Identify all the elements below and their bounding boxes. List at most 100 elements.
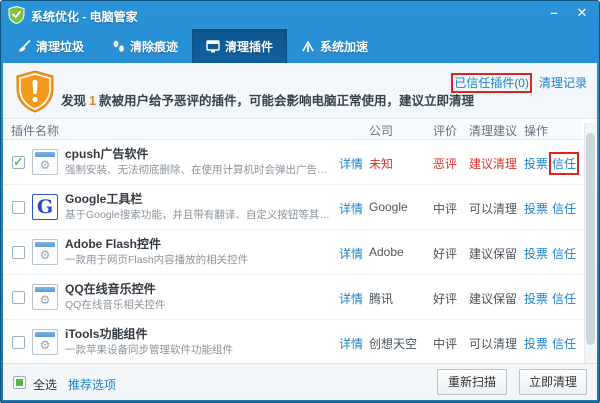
suggestion-cell: 建议保留: [469, 290, 517, 307]
company-cell: 腾讯: [369, 290, 393, 307]
row-checkbox[interactable]: ✓: [12, 201, 25, 214]
plugin-count: 1: [86, 94, 99, 108]
detail-link[interactable]: 详情: [339, 245, 363, 262]
select-all-checkbox[interactable]: [13, 376, 26, 389]
tab-bar: 清理垃圾 清除痕迹 清理插件 系统加速: [3, 29, 597, 63]
plugin-name: Adobe Flash控件: [65, 235, 161, 252]
company-cell: Google: [369, 200, 408, 214]
clean-history-link[interactable]: 清理记录: [539, 76, 587, 90]
title-bar: 系统优化 - 电脑管家 – ✕: [1, 1, 599, 29]
plugin-name: QQ在线音乐控件: [65, 280, 156, 297]
rescan-button[interactable]: 重新扫描: [437, 369, 507, 395]
vote-link[interactable]: 投票: [524, 200, 548, 217]
clean-now-button[interactable]: 立即清理: [519, 369, 587, 395]
gear-icon: ⚙: [33, 158, 57, 172]
broom-icon: [17, 40, 31, 53]
header-action: 操作: [524, 122, 548, 139]
speedup-icon: [301, 40, 315, 53]
warning-shield-icon: [15, 70, 55, 118]
header-rating: 评价: [433, 122, 457, 139]
tab-clear-traces[interactable]: 清除痕迹: [98, 29, 192, 63]
plugin-name: Google工具栏: [65, 190, 142, 207]
tab-clean-plugins[interactable]: 清理插件: [192, 29, 287, 63]
company-cell: 创想天空: [369, 335, 417, 352]
plugin-icon: [206, 40, 220, 53]
plugin-description: QQ在线音乐相关控件: [65, 297, 165, 312]
check-icon: ✓: [13, 154, 24, 170]
rating-cell: 好评: [433, 290, 457, 307]
row-checkbox[interactable]: ✓: [12, 336, 25, 349]
plugin-icon: ⚙ G: [32, 239, 58, 265]
company-cell: 未知: [369, 155, 393, 172]
row-checkbox[interactable]: ✓: [12, 156, 25, 169]
plugin-description: 一款苹果设备同步管理软件功能组件: [65, 342, 233, 357]
header-suggestion: 清理建议: [469, 122, 517, 139]
trust-link[interactable]: 信任: [552, 155, 576, 172]
trust-link[interactable]: 信任: [552, 290, 576, 307]
plugin-description: 一款用于网页Flash内容播放的相关控件: [65, 252, 248, 267]
detail-link[interactable]: 详情: [339, 155, 363, 172]
app-window: 系统优化 - 电脑管家 – ✕ 清理垃圾 清除痕迹 清理插件 系统加速: [0, 0, 600, 403]
plugin-icon: ⚙ G: [32, 194, 58, 220]
content-area: 发现1款被用户给予恶评的插件，可能会影响电脑正常使用，建议立即清理 已信任插件(…: [3, 63, 597, 400]
tab-label: 清理垃圾: [36, 38, 84, 55]
select-all-label: 全选: [33, 376, 57, 393]
detail-link[interactable]: 详情: [339, 200, 363, 217]
trust-link[interactable]: 信任: [552, 200, 576, 217]
rating-cell: 中评: [433, 200, 457, 217]
gear-icon: ⚙: [33, 248, 57, 262]
suggestion-cell: 可以清理: [469, 200, 517, 217]
banner-links: 已信任插件(0) 清理记录: [454, 74, 587, 91]
detail-link[interactable]: 详情: [339, 335, 363, 352]
plugin-row: ✓ ⚙ G Google工具栏 基于Google搜索功能，并且带有翻译、自定义按…: [3, 185, 587, 230]
suggestion-cell: 可以清理: [469, 335, 517, 352]
plugin-description: 基于Google搜索功能，并且带有翻译、自定义按钮等其他实用功能的...: [65, 207, 337, 222]
plugin-name: cpush广告软件: [65, 145, 148, 162]
footprints-icon: [112, 40, 125, 53]
vote-link[interactable]: 投票: [524, 245, 548, 262]
window-title: 系统优化 - 电脑管家: [31, 8, 138, 25]
plugin-icon: ⚙ G: [32, 149, 58, 175]
plugin-row: ✓ ⚙ G cpush广告软件 强制安装、无法彻底删除、在使用计算机时会弹出广告…: [3, 140, 587, 185]
tab-label: 清理插件: [225, 38, 273, 55]
plugin-name: iTools功能组件: [65, 325, 147, 342]
plugin-icon: ⚙ G: [32, 284, 58, 310]
tab-clean-junk[interactable]: 清理垃圾: [3, 29, 98, 63]
plugin-row: ✓ ⚙ G QQ在线音乐控件 QQ在线音乐相关控件 详情 腾讯 好评 建议保留 …: [3, 275, 587, 320]
rating-cell: 恶评: [433, 155, 457, 172]
trust-link[interactable]: 信任: [552, 245, 576, 262]
table-header: 插件名称 公司 评价 清理建议 操作: [3, 119, 583, 140]
banner-message: 发现1款被用户给予恶评的插件，可能会影响电脑正常使用，建议立即清理: [61, 90, 474, 109]
scrollbar-thumb[interactable]: [586, 133, 595, 345]
plugin-description: 强制安装、无法彻底删除、在使用计算机时会弹出广告网页: [65, 162, 337, 177]
recommend-options-link[interactable]: 推荐选项: [68, 376, 116, 393]
plugin-row: ✓ ⚙ G Adobe Flash控件 一款用于网页Flash内容播放的相关控件…: [3, 230, 587, 275]
minimize-button[interactable]: –: [541, 4, 567, 22]
gear-icon: ⚙: [33, 338, 57, 352]
trusted-plugins-link[interactable]: 已信任插件(0): [454, 76, 529, 90]
company-cell: Adobe: [369, 245, 404, 259]
vertical-scrollbar[interactable]: [584, 123, 596, 365]
trust-link[interactable]: 信任: [552, 335, 576, 352]
row-checkbox[interactable]: ✓: [12, 291, 25, 304]
row-checkbox[interactable]: ✓: [12, 246, 25, 259]
gear-icon: ⚙: [33, 293, 57, 307]
rating-cell: 好评: [433, 245, 457, 262]
vote-link[interactable]: 投票: [524, 290, 548, 307]
tab-label: 系统加速: [320, 38, 368, 55]
plugin-row: ✓ ⚙ G iTools功能组件 一款苹果设备同步管理软件功能组件 详情 创想天…: [3, 320, 587, 365]
tab-system-speedup[interactable]: 系统加速: [287, 29, 382, 63]
suggestion-cell: 建议清理: [469, 155, 517, 172]
app-logo-shield-icon: [8, 6, 25, 24]
footer-bar: 全选 推荐选项 重新扫描 立即清理: [3, 363, 597, 400]
detail-link[interactable]: 详情: [339, 290, 363, 307]
vote-link[interactable]: 投票: [524, 155, 548, 172]
suggestion-cell: 建议保留: [469, 245, 517, 262]
close-button[interactable]: ✕: [569, 4, 595, 22]
vote-link[interactable]: 投票: [524, 335, 548, 352]
header-plugin-name: 插件名称: [11, 122, 59, 139]
plugin-icon: ⚙ G: [32, 329, 58, 355]
header-company: 公司: [369, 122, 393, 139]
tab-label: 清除痕迹: [130, 38, 178, 55]
rating-cell: 中评: [433, 335, 457, 352]
